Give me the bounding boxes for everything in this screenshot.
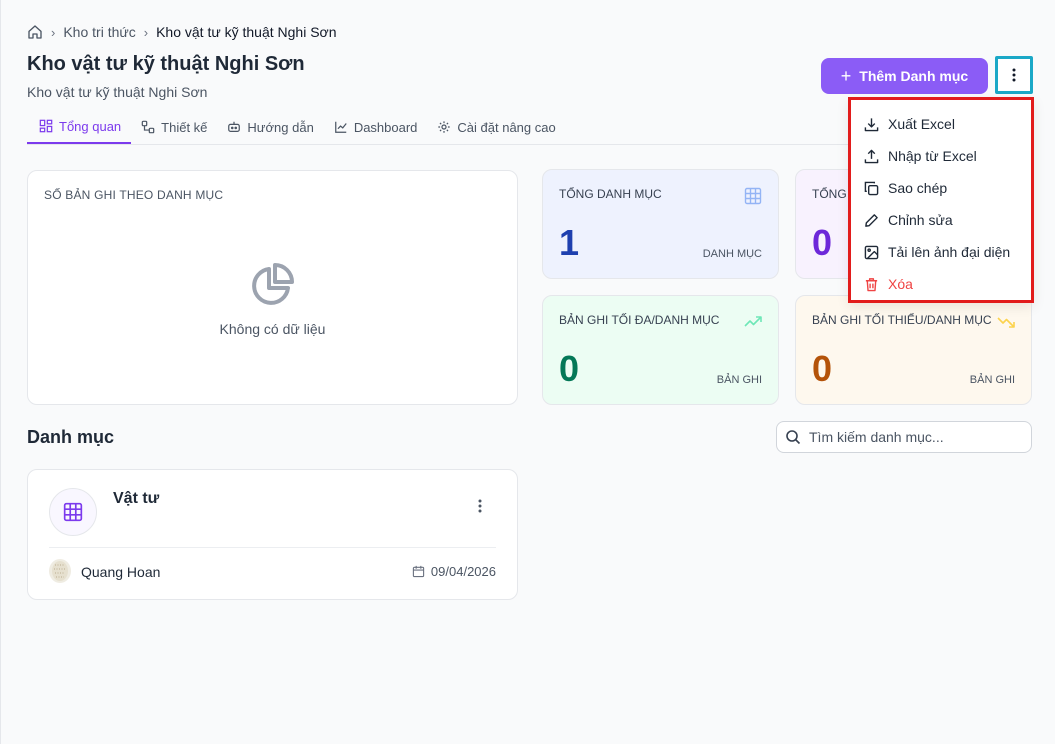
menu-item-upload-avatar[interactable]: Tải lên ảnh đại diện: [851, 236, 1031, 268]
menu-item-label: Xóa: [888, 276, 913, 292]
divider: [49, 547, 496, 548]
stat-label: BẢN GHI TỐI THIỂU/DANH MỤC: [812, 313, 992, 327]
table-icon: [63, 502, 83, 522]
stat-unit: BẢN GHI: [969, 374, 1015, 386]
category-search-input[interactable]: [809, 429, 1019, 445]
stat-label: TỔNG DANH MỤC: [559, 187, 662, 201]
stat-value: 0: [812, 348, 833, 389]
tab-design[interactable]: Thiết kế: [131, 110, 217, 144]
tab-overview-label: Tổng quan: [59, 118, 122, 134]
menu-item-copy[interactable]: Sao chép: [851, 172, 1031, 204]
stat-card-max-records: BẢN GHI TỐI ĐA/DANH MỤC 0 BẢN GHI: [542, 295, 779, 405]
empty-state-text: Không có dữ liệu: [219, 321, 326, 337]
page: › Kho tri thức › Kho vật tư kỹ thuật Ngh…: [0, 0, 1055, 744]
created-date: 09/04/2026: [412, 564, 496, 579]
menu-item-import-excel[interactable]: Nhập từ Excel: [851, 140, 1031, 172]
tab-design-label: Thiết kế: [161, 119, 208, 135]
pie-chart-icon: [252, 263, 294, 305]
design-icon: [141, 120, 155, 134]
tab-guide-label: Hướng dẫn: [247, 119, 314, 135]
user-photo-icon: [52, 561, 68, 581]
menu-item-edit[interactable]: Chỉnh sửa: [851, 204, 1031, 236]
breadcrumb-item-knowledge[interactable]: Kho tri thức: [63, 24, 135, 40]
stat-value: 0: [812, 222, 833, 263]
robot-icon: [228, 121, 241, 132]
stat-label: BẢN GHI TỐI ĐA/DANH MỤC: [559, 313, 720, 327]
image-icon: [864, 245, 879, 259]
chevron-right-icon: ›: [51, 24, 56, 40]
line-chart-icon: [334, 121, 347, 133]
category-more-button[interactable]: [468, 494, 492, 518]
tab-dashboard[interactable]: Dashboard: [324, 110, 428, 144]
vertical-dots-icon: [1012, 68, 1016, 82]
stat-value: 1: [559, 222, 580, 263]
tab-advanced-settings[interactable]: Cài đặt nâng cao: [427, 110, 565, 144]
chevron-right-icon: ›: [143, 24, 149, 40]
home-icon[interactable]: [27, 24, 43, 40]
trending-up-icon: [744, 316, 762, 327]
add-category-label: Thêm Danh mục: [859, 68, 969, 84]
vertical-dots-icon: [478, 499, 482, 513]
tab-advanced-settings-label: Cài đặt nâng cao: [457, 119, 556, 135]
records-by-category-card: SỐ BẢN GHI THEO DANH MỤC Không có dữ liệ…: [27, 170, 518, 405]
menu-item-label: Sao chép: [888, 180, 948, 196]
more-options-button[interactable]: [995, 56, 1033, 94]
copy-icon: [864, 181, 879, 195]
stat-unit: DANH MỤC: [702, 248, 762, 260]
menu-item-label: Nhập từ Excel: [888, 148, 977, 164]
menu-item-export-excel[interactable]: Xuất Excel: [851, 108, 1031, 140]
avatar: [49, 559, 71, 583]
add-category-button[interactable]: + Thêm Danh mục: [821, 58, 988, 94]
created-date-text: 09/04/2026: [430, 564, 496, 579]
records-by-category-title: SỐ BẢN GHI THEO DANH MỤC: [44, 188, 224, 202]
category-avatar: [49, 488, 97, 536]
trash-icon: [865, 277, 878, 291]
download-icon: [864, 117, 879, 131]
breadcrumb: › Kho tri thức › Kho vật tư kỹ thuật Ngh…: [27, 24, 337, 40]
stat-card-total-categories: TỔNG DANH MỤC 1 DANH MỤC: [542, 169, 779, 279]
stat-label: TỔNG: [812, 187, 847, 201]
stat-value: 0: [559, 348, 580, 389]
pencil-icon: [865, 213, 878, 227]
category-name[interactable]: Vật tư: [113, 490, 159, 508]
breadcrumb-item-current: Kho vật tư kỹ thuật Nghi Sơn: [156, 24, 337, 40]
category-search: [776, 421, 1032, 453]
table-icon: [744, 187, 762, 205]
menu-item-label: Xuất Excel: [888, 116, 955, 132]
search-icon: [786, 430, 801, 445]
calendar-icon: [412, 565, 425, 578]
owner-name: Quang Hoan: [81, 564, 161, 580]
dashboard-grid-icon: [39, 119, 53, 133]
category-card[interactable]: Vật tư Quang Hoan 09/04/2026: [27, 469, 518, 600]
gear-icon: [438, 121, 451, 133]
tab-overview[interactable]: Tổng quan: [27, 110, 132, 144]
menu-item-delete[interactable]: Xóa: [851, 268, 1031, 300]
stat-unit: BẢN GHI: [716, 374, 762, 386]
categories-section-title: Danh mục: [27, 427, 115, 447]
tab-guide[interactable]: Hướng dẫn: [217, 110, 323, 144]
plus-icon: +: [840, 65, 852, 86]
menu-item-label: Chỉnh sửa: [888, 212, 953, 228]
page-title: Kho vật tư kỹ thuật Nghi Sơn: [27, 53, 305, 75]
stat-card-min-records: BẢN GHI TỐI THIỂU/DANH MỤC 0 BẢN GHI: [795, 295, 1032, 405]
upload-icon: [864, 149, 879, 163]
trending-down-icon: [997, 317, 1015, 328]
menu-item-label: Tải lên ảnh đại diện: [888, 244, 1011, 260]
more-options-menu: Xuất Excel Nhập từ Excel Sao chép Chỉnh …: [848, 97, 1034, 303]
tab-dashboard-label: Dashboard: [353, 119, 418, 135]
page-subtitle: Kho vật tư kỹ thuật Nghi Sơn: [27, 84, 208, 100]
